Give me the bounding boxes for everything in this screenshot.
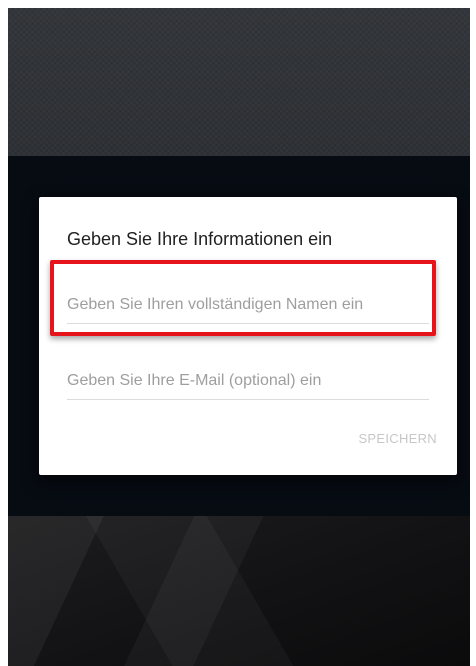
background-bottom: [8, 516, 470, 666]
background-top: [8, 8, 470, 156]
app-screen: Geben Sie Ihre Informationen ein SPEICHE…: [8, 8, 470, 666]
dialog-title: Geben Sie Ihre Informationen ein: [67, 229, 333, 249]
name-field[interactable]: [67, 287, 429, 324]
email-input[interactable]: [67, 363, 429, 399]
name-input[interactable]: [67, 287, 429, 323]
email-field[interactable]: [67, 363, 429, 400]
save-button[interactable]: SPEICHERN: [356, 427, 439, 450]
info-dialog: Geben Sie Ihre Informationen ein SPEICHE…: [39, 197, 457, 475]
